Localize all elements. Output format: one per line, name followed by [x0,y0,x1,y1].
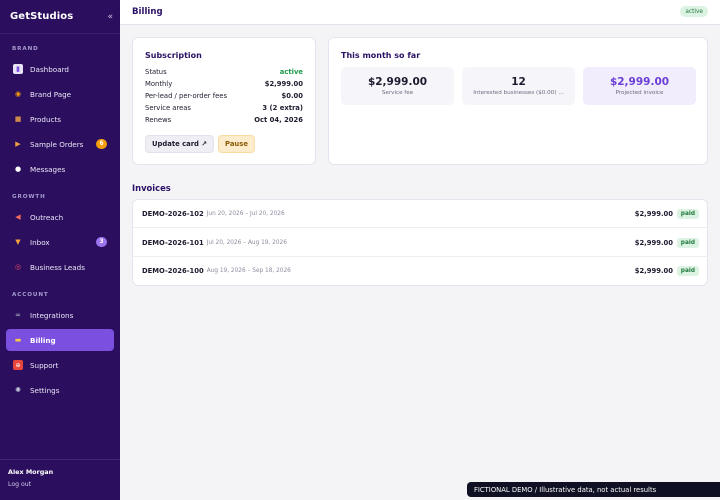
row-label: Service areas [145,104,191,112]
gear-icon: ✺ [15,386,21,394]
sidebar-item-outreach[interactable]: ◀ Outreach [6,206,114,228]
invoice-amount: $2,999.00 [634,238,673,247]
sidebar-item-dashboard[interactable]: ▮ Dashboard [6,58,114,80]
demo-notice-banner: FICTIONAL DEMO / Illustrative data, not … [467,482,720,497]
stat-value: 12 [511,76,526,88]
row-label: Monthly [145,80,173,88]
sidebar-item-inbox[interactable]: ▼ Inbox 3 [6,231,114,253]
truck-icon: ▶ [15,140,21,148]
inbox-count-badge: 3 [96,237,107,247]
inbox-icon: ▼ [15,238,21,246]
sidebar-item-settings[interactable]: ✺ Settings [6,379,114,401]
sidebar: GetStudios « BRAND GROWTH ACCOUNT ▮ Dash… [0,0,120,500]
logout-link[interactable]: Log out [8,481,112,488]
sidebar-item-label: Sample Orders [30,139,84,149]
invoice-amount: $2,999.00 [634,209,673,218]
invoice-amount: $2,999.00 [634,267,673,275]
row-label: Renews [145,116,172,124]
row-value: Oct 04, 2026 [254,116,303,124]
sidebar-item-label: Billing [30,335,56,345]
status-badge: active [680,6,708,17]
invoice-row[interactable]: DEMO-2026-101 Jul 20, 2026 – Aug 19, 202… [133,229,708,257]
sidebar-item-business-leads[interactable]: ◎ Business Leads [6,256,114,278]
row-value: 3 (2 extra) [262,104,303,112]
credit-card-icon: ▬ [14,336,22,344]
megaphone-icon: ◀ [15,213,21,221]
invoice-period: Aug 19, 2026 – Sep 18, 2026 [206,268,291,274]
sidebar-item-sample-orders[interactable]: ▶ Sample Orders 6 [6,133,114,155]
topbar: Billing active [120,0,720,25]
sidebar-item-label: Outreach [30,212,64,222]
row-value: $0.00 [281,92,304,100]
sidebar-item-label: Messages [30,164,66,174]
sidebar-item-billing[interactable]: ▬ Billing [6,329,114,351]
sidebar-item-brand-page[interactable]: ◉ Brand Page [6,83,114,105]
invoice-status-badge: paid [676,266,699,276]
subscription-row-monthly: Monthly $2,999.00 [145,80,303,88]
user-name: Alex Morgan [8,468,54,476]
subscription-row-renews: Renews Oct 04, 2026 [145,116,303,124]
user-block: Alex Morgan Log out [0,459,120,500]
stat-value: $2,999.00 [367,76,428,88]
subscription-row-service-areas: Service areas 3 (2 extra) [145,104,303,112]
invoice-period: Jul 20, 2026 – Aug 19, 2026 [206,239,287,246]
stat-label: Projected invoice [615,90,664,96]
row-label: Per-lead / per-order fees [145,92,228,100]
sidebar-item-label: Inbox [30,237,50,247]
service-fee-stat: $2,999.00 Service fee [341,67,454,105]
subscription-card: Subscription Status active Monthly $2,99… [132,37,316,165]
invoice-row[interactable]: DEMO-2026-100 Aug 19, 2026 – Sep 18, 202… [133,257,708,285]
subscription-row-fees: Per-lead / per-order fees $0.00 [145,92,303,100]
sidebar-item-integrations[interactable]: ∞ Integrations [6,304,114,326]
chat-icon: ● [14,165,22,173]
invoices-title: Invoices [132,183,171,193]
page-title: Billing [132,7,163,17]
month-summary-title: This month so far [341,51,421,60]
collapse-sidebar-icon[interactable]: « [107,12,113,22]
row-value: active [279,68,303,76]
chart-icon: ▮ [13,64,23,74]
stat-value: $2,999.00 [609,76,670,88]
invoice-period: Jun 20, 2026 – Jul 20, 2026 [206,210,285,217]
section-label-brand: BRAND [12,46,39,52]
box-icon: ■ [14,115,22,123]
stat-label: Interested businesses ($0.00) … [473,90,564,96]
app-logo: GetStudios [10,11,74,22]
palette-icon: ◉ [14,90,22,98]
sample-orders-count-badge: 6 [96,139,107,149]
update-card-button[interactable]: Update card ↗ [145,135,214,153]
month-summary-card: This month so far $2,999.00 Service fee … [328,37,708,165]
invoices-table: DEMO-2026-102 Jun 20, 2026 – Jul 20, 202… [132,199,708,286]
invoice-id: DEMO-2026-102 [142,209,204,218]
sidebar-item-label: Business Leads [30,262,85,272]
subscription-row-status: Status active [145,68,303,76]
invoice-status-badge: paid [676,208,699,219]
link-icon: ∞ [15,311,21,319]
sidebar-item-messages[interactable]: ● Messages [6,158,114,180]
sidebar-item-label: Settings [30,385,60,395]
projected-invoice-stat: $2,999.00 Projected invoice [583,67,696,105]
invoice-id: DEMO-2026-100 [142,267,204,275]
row-value: $2,999.00 [264,80,303,88]
sidebar-item-label: Support [30,360,59,370]
target-icon: ◎ [14,263,22,271]
sidebar-item-label: Dashboard [30,64,69,74]
pause-button[interactable]: Pause [218,135,255,153]
invoice-status-badge: paid [676,237,699,248]
sidebar-item-label: Integrations [30,310,74,320]
brand-row: GetStudios « [0,0,120,34]
sidebar-item-label: Products [30,114,62,124]
subscription-title: Subscription [145,51,202,60]
interested-businesses-stat: 12 Interested businesses ($0.00) … [462,67,575,105]
row-label: Status [145,68,167,76]
section-label-account: ACCOUNT [12,292,49,298]
sidebar-item-products[interactable]: ■ Products [6,108,114,130]
sidebar-item-label: Brand Page [30,89,72,99]
invoice-id: DEMO-2026-101 [142,238,204,247]
sos-icon: ⊕ [13,360,23,370]
stat-label: Service fee [381,90,414,96]
invoice-row[interactable]: DEMO-2026-102 Jun 20, 2026 – Jul 20, 202… [133,200,708,228]
section-label-growth: GROWTH [12,194,46,200]
sidebar-item-support[interactable]: ⊕ Support [6,354,114,376]
